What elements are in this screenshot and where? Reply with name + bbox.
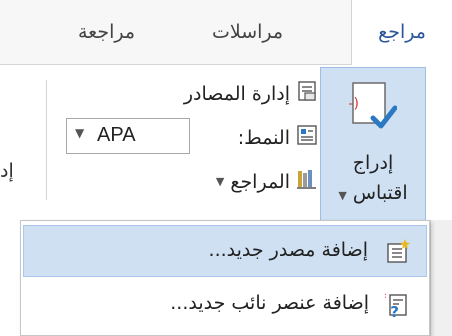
svg-text:?: ? <box>390 303 399 319</box>
bibliography-label: المراجع <box>230 170 290 193</box>
svg-text:»: » <box>385 291 387 302</box>
add-new-placeholder-item[interactable]: ? » إضافة عنصر نائب جديد... <box>23 279 427 331</box>
ribbon-tab-bar: مراجعة مراسلات مراجع <box>0 0 452 65</box>
add-new-placeholder-label: إضافة عنصر نائب جديد... <box>170 292 369 314</box>
insert-citation-icon: (–) <box>341 80 398 132</box>
chevron-down-icon: ▼ <box>215 175 225 188</box>
style-icon <box>296 124 318 151</box>
insert-citation-label-2: اقتباس <box>352 182 408 204</box>
truncated-group-label: إد <box>0 160 14 182</box>
tab-references[interactable]: مراجع <box>351 0 452 65</box>
group-divider <box>46 80 47 200</box>
style-dropdown-value: APA <box>97 124 136 146</box>
style-dropdown[interactable]: ▼ APA <box>66 118 190 154</box>
add-new-source-label: إضافة مصدر جديد... <box>208 239 368 261</box>
style-control: النمط: <box>238 124 318 151</box>
add-source-icon <box>384 238 412 266</box>
insert-citation-menu: إضافة مصدر جديد... ? » إضافة عنصر نائب ج… <box>20 220 430 336</box>
bibliography-button[interactable]: المراجع ▼ <box>216 168 318 195</box>
placeholder-icon: ? » <box>380 289 413 321</box>
style-label: النمط: <box>237 126 290 149</box>
chevron-down-icon: ▼ <box>75 126 85 140</box>
tab-review[interactable]: مراجعة <box>78 0 135 64</box>
manage-sources-button[interactable]: إدارة المصادر <box>184 80 318 107</box>
svg-text:(–): (–) <box>349 96 359 112</box>
chevron-down-icon: ▼ <box>338 189 347 202</box>
manage-sources-icon <box>296 80 318 107</box>
insert-citation-button[interactable]: (–) إدراج اقتباس ▼ <box>320 67 426 223</box>
menu-shadow-edge <box>430 220 452 336</box>
insert-citation-sublabel: اقتباس ▼ <box>321 182 425 204</box>
insert-citation-label: إدراج <box>352 152 394 174</box>
tab-mailings[interactable]: مراسلات <box>212 0 283 64</box>
bibliography-icon <box>296 168 318 195</box>
add-new-source-item[interactable]: إضافة مصدر جديد... <box>23 225 427 277</box>
manage-sources-label: إدارة المصادر <box>183 82 290 105</box>
